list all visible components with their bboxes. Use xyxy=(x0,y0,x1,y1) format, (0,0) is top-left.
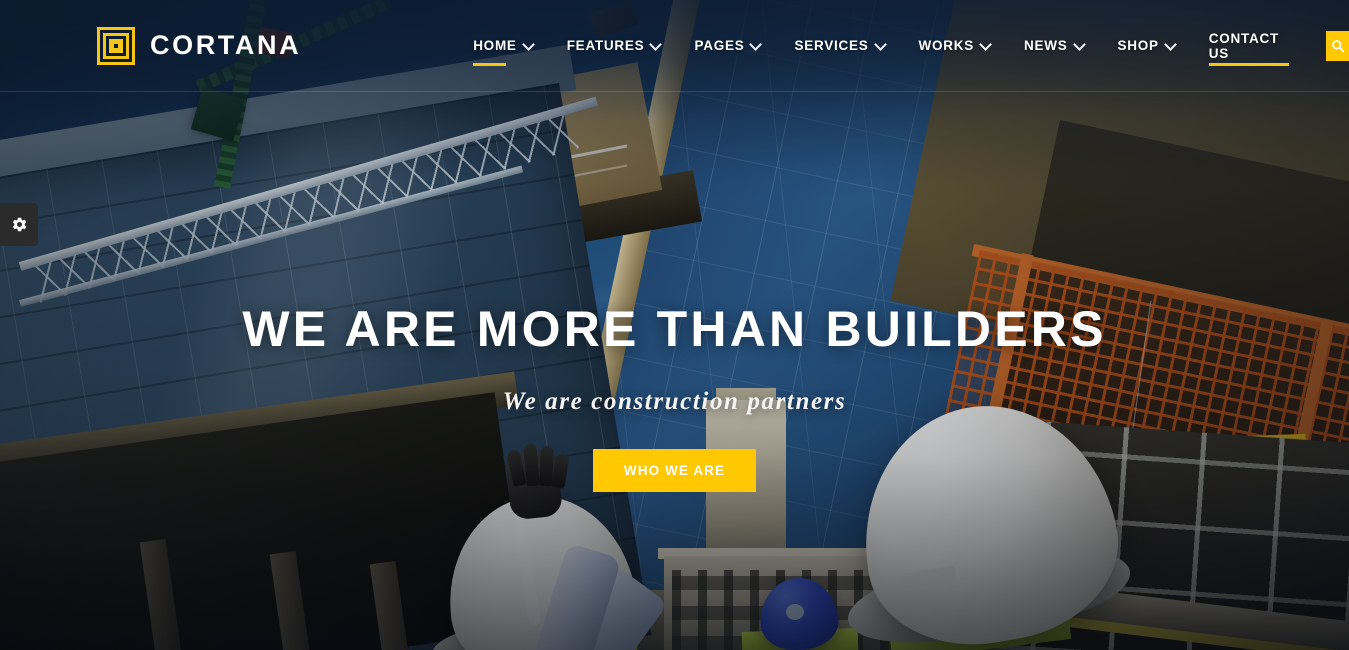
concentric-squares-icon xyxy=(97,26,135,65)
search-icon xyxy=(1332,39,1345,52)
nav-item-home[interactable]: HOME xyxy=(456,20,550,72)
who-we-are-button[interactable]: WHO WE ARE xyxy=(593,449,756,492)
nav-label: HOME xyxy=(473,38,517,53)
page-stage: CORTANA HOME FEATURES PAGES SERVICES WOR… xyxy=(0,0,1349,650)
nav-item-works[interactable]: WORKS xyxy=(902,20,1008,72)
nav-item-contact-us[interactable]: CONTACT US xyxy=(1192,20,1302,72)
active-underline xyxy=(1208,62,1289,66)
active-underline xyxy=(473,62,507,66)
search-button[interactable] xyxy=(1325,30,1349,61)
nav-label: FEATURES xyxy=(566,38,645,53)
main-navigation: HOME FEATURES PAGES SERVICES WORKS NEWS … xyxy=(456,20,1349,72)
gear-icon xyxy=(12,217,26,232)
nav-label: SHOP xyxy=(1117,38,1159,53)
nav-item-services[interactable]: SERVICES xyxy=(777,20,901,72)
chevron-down-icon xyxy=(1163,37,1177,51)
chevron-down-icon xyxy=(1072,37,1086,51)
nav-item-features[interactable]: FEATURES xyxy=(550,20,678,72)
nav-label: CONTACT US xyxy=(1208,30,1280,61)
nav-label: NEWS xyxy=(1024,38,1068,53)
site-header: CORTANA HOME FEATURES PAGES SERVICES WOR… xyxy=(0,0,1349,92)
settings-panel-toggle[interactable] xyxy=(0,203,38,246)
nav-label: PAGES xyxy=(694,38,745,53)
nav-item-shop[interactable]: SHOP xyxy=(1101,20,1192,72)
chevron-down-icon xyxy=(979,37,992,51)
nav-label: WORKS xyxy=(918,38,974,53)
helmet-vent xyxy=(786,604,804,620)
chevron-down-icon xyxy=(873,37,887,51)
nav-label: SERVICES xyxy=(794,38,869,53)
nav-item-news[interactable]: NEWS xyxy=(1007,20,1101,72)
chevron-down-icon xyxy=(749,37,763,51)
chevron-down-icon xyxy=(649,37,663,51)
brand-name: CORTANA xyxy=(150,30,302,60)
chevron-down-icon xyxy=(521,37,535,51)
nav-item-pages[interactable]: PAGES xyxy=(677,20,777,72)
hero-background-photo xyxy=(0,0,1349,650)
logo[interactable]: CORTANA xyxy=(97,26,302,65)
